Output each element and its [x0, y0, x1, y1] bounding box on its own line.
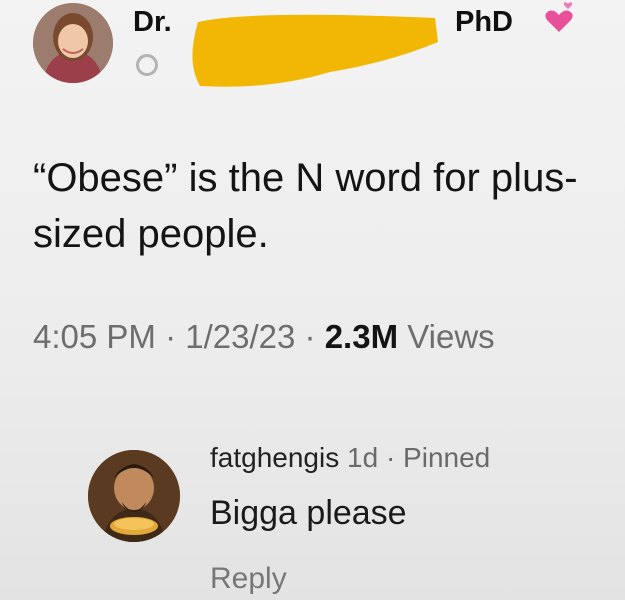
comment-header: fatghengis 1d · Pinned: [210, 442, 490, 474]
author-name-suffix: PhD: [455, 6, 513, 38]
redaction-scribble: [190, 12, 440, 92]
views-label: Views: [407, 318, 495, 355]
tweet: Dr. PhD “Obese” is the N word for plus-s…: [0, 0, 625, 370]
reply-button[interactable]: Reply: [210, 562, 287, 596]
comment-username[interactable]: fatghengis: [210, 442, 339, 473]
handle-icon: [136, 54, 158, 76]
commenter-avatar[interactable]: [88, 450, 180, 542]
comment-text: Bigga please: [210, 494, 407, 532]
author-avatar[interactable]: [33, 3, 113, 83]
tweet-date[interactable]: 1/23/23: [185, 318, 295, 355]
views-count: 2.3M: [324, 318, 399, 355]
comment-separator: ·: [385, 442, 396, 473]
two-hearts-icon: [541, 2, 577, 38]
tweet-text: “Obese” is the N word for plus-sized peo…: [33, 156, 578, 256]
meta-separator: ·: [304, 318, 316, 355]
tweet-meta: 4:05 PM · 1/23/23 · 2.3M Views: [33, 318, 495, 356]
pinned-comment: fatghengis 1d · Pinned Bigga please Repl…: [0, 420, 625, 600]
author-name-prefix: Dr.: [133, 6, 172, 38]
tweet-time[interactable]: 4:05 PM: [33, 318, 156, 355]
pinned-label: Pinned: [403, 442, 491, 473]
meta-separator: ·: [165, 318, 177, 355]
comment-age: 1d: [347, 442, 379, 473]
